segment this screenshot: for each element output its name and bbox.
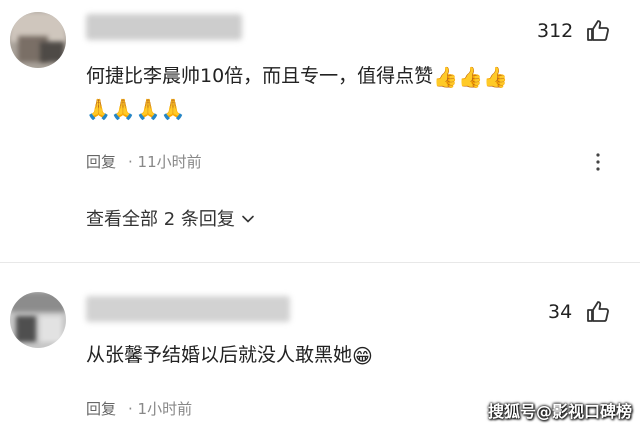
folded-hands-emoji-icon: 🙏 — [135, 97, 161, 121]
comment-time: · 1小时前 — [128, 400, 193, 418]
folded-hands-emoji-icon: 🙏 — [110, 97, 136, 121]
comment-time: · 11小时前 — [128, 153, 202, 171]
like-count: 34 — [548, 301, 573, 323]
view-all-replies-link[interactable]: 查看全部 2 条回复 — [86, 205, 255, 231]
thumbs-up-icon[interactable] — [586, 300, 610, 324]
comment-time-text: 11小时前 — [137, 153, 202, 171]
chevron-down-icon — [241, 215, 254, 223]
folded-hands-emoji-icon: 🙏 — [86, 97, 111, 121]
commenter-avatar[interactable] — [10, 12, 66, 68]
comment-text-line: 从张馨予结婚以后就没人敢黑她 — [86, 344, 353, 366]
thumbs-up-emoji-icon: 👍 — [483, 65, 508, 89]
comment-text: 何捷比李晨帅10倍，而且专一，值得点赞👍👍👍 — [86, 60, 508, 92]
commenter-name[interactable] — [86, 14, 242, 40]
commenter-name[interactable] — [86, 296, 290, 322]
more-options-icon[interactable] — [586, 150, 610, 174]
thumbs-up-icon[interactable] — [586, 19, 610, 43]
reply-button[interactable]: 回复 — [86, 398, 116, 419]
thumbs-up-emoji-icon: 👍 — [433, 65, 459, 89]
thumbs-up-emoji-icon: 👍 — [458, 65, 483, 89]
comment-time-text: 1小时前 — [137, 400, 193, 418]
view-all-replies-label: 查看全部 2 条回复 — [86, 209, 235, 230]
watermark: 搜狐号@影视口碑榜 — [487, 402, 632, 421]
folded-hands-emoji-icon: 🙏 — [160, 97, 186, 121]
comment-divider — [0, 262, 640, 263]
commenter-avatar[interactable] — [10, 292, 66, 348]
comment-text: 从张馨予结婚以后就没人敢黑她😁 — [86, 339, 373, 371]
like-count: 312 — [537, 20, 574, 42]
comment-text-line: 何捷比李晨帅10倍，而且专一，值得点赞 — [86, 65, 434, 87]
comment-emoji-line: 🙏🙏🙏🙏 — [86, 92, 186, 124]
grinning-face-emoji-icon: 😁 — [352, 344, 373, 368]
reply-button[interactable]: 回复 — [86, 151, 116, 172]
